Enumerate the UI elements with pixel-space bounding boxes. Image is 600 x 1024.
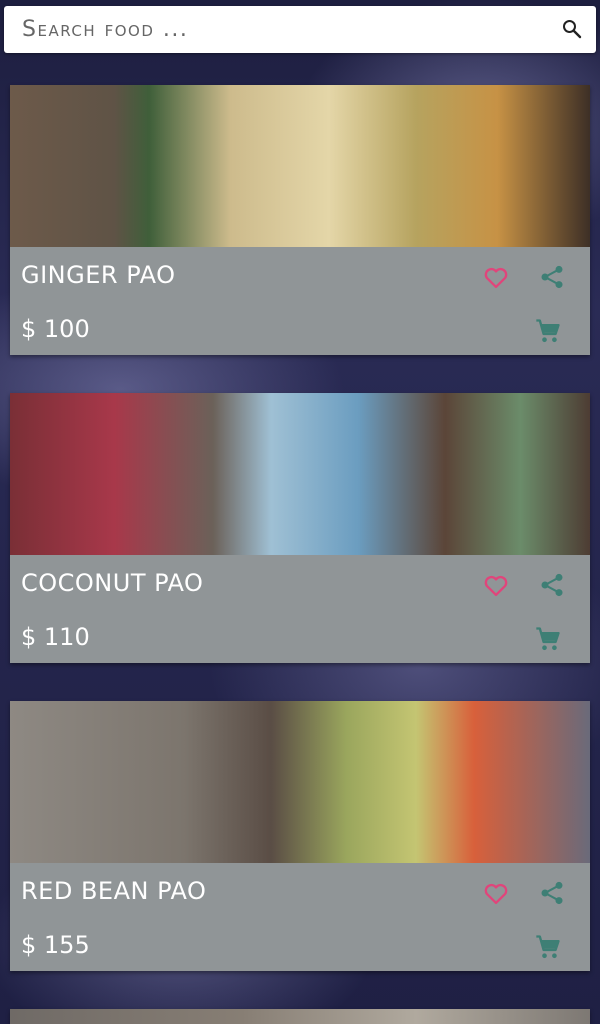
add-to-cart-button[interactable]: [534, 933, 562, 961]
food-card[interactable]: RED BEAN PAO $ 155: [10, 701, 590, 971]
share-button[interactable]: [538, 571, 566, 599]
share-button[interactable]: [538, 879, 566, 907]
food-title: GINGER PAO: [21, 261, 176, 289]
card-body: RED BEAN PAO $ 155: [10, 863, 590, 971]
food-price: $ 155: [21, 931, 90, 959]
heart-icon: [484, 267, 508, 289]
food-image: [10, 701, 590, 863]
card-body: GINGER PAO $ 100: [10, 247, 590, 355]
add-to-cart-button[interactable]: [534, 625, 562, 653]
share-icon: [541, 881, 563, 905]
heart-icon: [484, 575, 508, 597]
food-image: [10, 85, 590, 247]
favorite-button[interactable]: [482, 263, 510, 291]
share-icon: [541, 265, 563, 289]
food-card[interactable]: COCONUT PAO $ 110: [10, 393, 590, 663]
favorite-button[interactable]: [482, 571, 510, 599]
food-title: COCONUT PAO: [21, 569, 204, 597]
search-input[interactable]: [22, 6, 542, 53]
search-icon[interactable]: [560, 17, 584, 41]
card-body: COCONUT PAO $ 110: [10, 555, 590, 663]
cart-icon: [536, 627, 560, 651]
add-to-cart-button[interactable]: [534, 317, 562, 345]
search-bar: [4, 6, 596, 53]
food-price: $ 100: [21, 315, 90, 343]
food-price: $ 110: [21, 623, 90, 651]
share-icon: [541, 573, 563, 597]
food-image: [10, 393, 590, 555]
food-title: RED BEAN PAO: [21, 877, 207, 905]
cart-icon: [536, 319, 560, 343]
food-card[interactable]: GINGER PAO $ 100: [10, 85, 590, 355]
food-card[interactable]: [10, 1009, 590, 1024]
cart-icon: [536, 935, 560, 959]
food-image: [10, 1009, 590, 1024]
favorite-button[interactable]: [482, 879, 510, 907]
share-button[interactable]: [538, 263, 566, 291]
heart-icon: [484, 883, 508, 905]
